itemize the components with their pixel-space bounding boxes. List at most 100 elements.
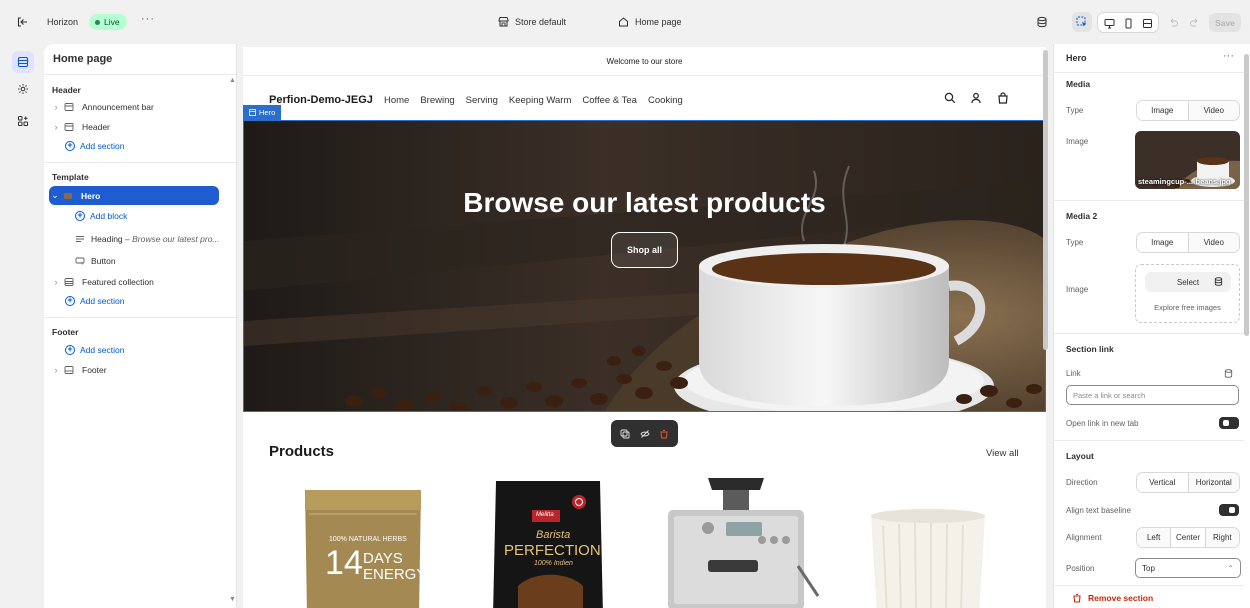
section-label: Announcement bar [82,101,154,112]
hide-icon[interactable] [639,429,650,439]
pouch-line3: DAYS [363,550,403,567]
section-label: Header [82,121,110,132]
explore-free-images-link[interactable]: Explore free images [1136,303,1239,312]
vertical-option[interactable]: Vertical [1137,473,1189,492]
preview-scrollbar[interactable] [1043,50,1048,350]
product-card[interactable] [648,476,828,608]
divider [1054,440,1244,441]
section-featured-collection[interactable]: › Featured collection [50,272,220,291]
store-icon [498,17,509,27]
chevron-right-icon[interactable]: › [50,122,62,132]
chevron-right-icon[interactable]: › [50,102,62,112]
plus-circle-icon: + [65,345,75,355]
nav-cooking[interactable]: Cooking [648,95,683,106]
theme-more-button[interactable]: ··· [141,13,155,25]
store-default-label: Store default [515,16,567,27]
divider [1054,72,1244,73]
section-header[interactable]: › Header [50,117,220,136]
store-logo[interactable]: Perfion-Demo-JEGJ [269,94,373,106]
add-block-link[interactable]: + Add block [75,211,127,221]
button-icon [75,257,85,265]
mobile-icon [1125,18,1131,28]
dynamic-source-icon[interactable] [1224,369,1233,378]
sections-rail-button[interactable] [12,51,34,73]
horizontal-option[interactable]: Horizontal [1188,473,1239,492]
add-section-footer-link[interactable]: + Add section [65,345,124,355]
image-option[interactable]: Image [1137,101,1189,120]
search-icon[interactable] [944,92,956,104]
storefront: Welcome to our store Perfion-Demo-JEGJ H… [243,47,1046,608]
settings-panel: Hero ··· Media Type Image Video Image st… [1053,44,1250,608]
align-baseline-toggle[interactable] [1219,504,1239,516]
text-icon [76,236,84,242]
redo-icon [1189,18,1197,26]
chevron-right-icon[interactable]: › [50,365,62,375]
cart-icon[interactable] [997,92,1009,104]
add-section-template-link[interactable]: + Add section [65,296,124,306]
redo-button[interactable] [1184,12,1204,32]
section-footer[interactable]: › Footer [50,360,220,379]
plus-circle-icon: + [75,211,85,221]
product-card[interactable]: 100% NATURAL HERBS 14 DAYS ENERGY [263,476,443,608]
view-all-link[interactable]: View all [986,448,1019,459]
desktop-view-button[interactable] [1100,13,1118,33]
select-image-button[interactable]: Select [1145,272,1231,292]
video-option[interactable]: Video [1188,101,1239,120]
align-right-option[interactable]: Right [1205,528,1239,547]
image-section-icon [63,191,77,201]
app-embeds-button[interactable] [1032,12,1052,32]
product-card[interactable]: Melitta Barista PERFECTION 100% Indien [458,476,638,608]
settings-title: Hero [1066,53,1087,63]
shop-all-button[interactable]: Shop all [611,232,678,268]
fullscreen-view-button[interactable] [1138,13,1156,33]
nav-coffee-tea[interactable]: Coffee & Tea [582,95,637,106]
align-center-option[interactable]: Center [1171,528,1206,547]
position-select[interactable]: Top ⌃ [1135,558,1241,578]
product-card[interactable] [843,476,1023,608]
save-button[interactable]: Save [1209,13,1241,32]
image-option-2[interactable]: Image [1137,233,1189,252]
open-new-tab-toggle[interactable] [1219,417,1239,429]
store-header[interactable]: Perfion-Demo-JEGJ Home Brewing Serving K… [243,76,1046,120]
add-section-header-link[interactable]: + Add section [65,141,124,151]
align-left-option[interactable]: Left [1137,528,1172,547]
settings-scrollbar[interactable] [1244,54,1249,336]
store-default-selector[interactable]: Store default [498,16,566,27]
image-picker[interactable]: steamingcup-...-beans.jpg [1135,131,1240,189]
hero-title[interactable]: Browse our latest products [244,187,1045,219]
delete-icon[interactable] [659,429,669,439]
mobile-view-button[interactable] [1119,13,1137,33]
block-heading[interactable]: Heading – Browse our latest pro... [75,234,220,244]
products-heading[interactable]: Products [269,443,334,460]
nav-brewing[interactable]: Brewing [420,95,454,106]
block-button[interactable]: Button [75,256,116,266]
announcement-bar[interactable]: Welcome to our store [243,47,1046,76]
nav-serving[interactable]: Serving [466,95,498,106]
theme-name[interactable]: Horizon [47,17,78,27]
hero-section-tag: Hero [243,105,282,120]
remove-section-button[interactable]: Remove section [1072,593,1153,603]
scroll-up-arrow-icon[interactable]: ▲ [229,77,236,84]
account-icon[interactable] [970,92,982,104]
section-announcement-bar[interactable]: › Announcement bar [50,97,220,116]
chevron-right-icon[interactable]: › [50,277,62,287]
inspector-button[interactable] [1072,12,1092,32]
apps-rail-button[interactable] [12,110,34,132]
undo-button[interactable] [1163,12,1183,32]
nav-keeping-warm[interactable]: Keeping Warm [509,95,571,106]
gear-icon [18,84,28,94]
theme-settings-rail-button[interactable] [12,78,34,100]
link-input[interactable]: Paste a link or search [1066,385,1239,405]
chevron-down-icon[interactable]: ⌄ [49,190,61,201]
settings-more-button[interactable]: ··· [1223,50,1234,62]
section-icon [64,102,78,112]
section-hero[interactable]: ⌄ Hero [49,186,219,205]
scroll-down-arrow-icon[interactable]: ▼ [229,596,236,603]
video-option-2[interactable]: Video [1188,233,1239,252]
page-selector[interactable]: Home page [618,16,682,27]
media2-type-toggle: Image Video [1136,232,1240,253]
exit-icon[interactable] [16,16,28,28]
duplicate-icon[interactable] [620,429,630,439]
hero-banner[interactable]: Browse our latest products Shop all [243,120,1046,412]
nav-home[interactable]: Home [384,95,409,106]
